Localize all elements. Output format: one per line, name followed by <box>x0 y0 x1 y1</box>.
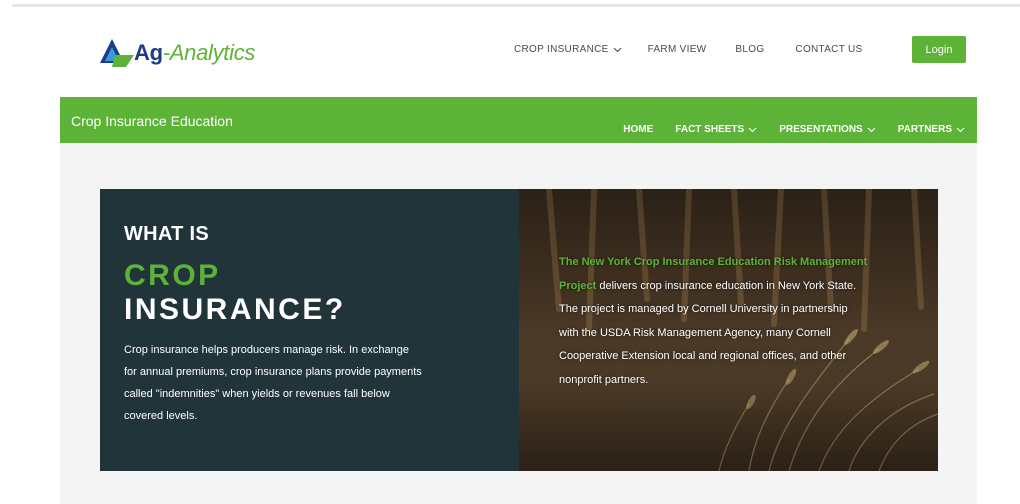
chevron-down-icon <box>613 47 622 53</box>
subnav-partners[interactable]: PARTNERS <box>898 124 965 135</box>
hero-description: Crop insurance helps producers manage ri… <box>124 344 422 422</box>
main-content: WHAT IS CROP INSURANCE? Crop insurance h… <box>60 143 977 504</box>
subnav-fact-sheets[interactable]: FACT SHEETS <box>675 124 757 135</box>
hero-text-panel: WHAT IS CROP INSURANCE? Crop insurance h… <box>100 189 519 471</box>
chevron-down-icon <box>867 127 876 133</box>
section-nav: HOME FACT SHEETS PRESENTATIONS PARTNERS <box>623 124 965 135</box>
hero-image-panel: The New York Crop Insurance Education Ri… <box>519 189 938 471</box>
subnav-presentations[interactable]: PRESENTATIONS <box>779 124 876 135</box>
subnav-home[interactable]: HOME <box>623 124 653 135</box>
hero-heading-insurance: INSURANCE? <box>124 293 346 326</box>
chevron-down-icon <box>956 127 965 133</box>
hero-heading-crop: CROP <box>124 259 221 292</box>
nav-contact-us[interactable]: CONTACT US <box>795 44 862 55</box>
nav-blog-label: BLOG <box>735 44 765 55</box>
site-logo[interactable]: Ag -Analytics <box>100 33 255 73</box>
nav-farm-view-label: FARM VIEW <box>647 44 707 55</box>
site-header: Ag -Analytics CROP INSURANCE FARM VIEW BL… <box>0 8 1020 92</box>
section-title[interactable]: Crop Insurance Education <box>71 113 233 129</box>
nav-blog[interactable]: BLOG <box>735 44 764 55</box>
project-description: The New York Crop Insurance Education Ri… <box>559 251 869 392</box>
login-button[interactable]: Login <box>912 36 966 63</box>
hero-heading-what-is: WHAT IS <box>124 223 210 245</box>
subnav-presentations-label: PRESENTATIONS <box>779 124 863 135</box>
nav-contact-us-label: CONTACT US <box>795 44 863 55</box>
logo-text-analytics: -Analytics <box>162 40 256 65</box>
top-divider <box>12 4 1020 7</box>
nav-crop-insurance-label: CROP INSURANCE <box>514 44 609 55</box>
nav-farm-view[interactable]: FARM VIEW <box>648 44 707 55</box>
logo-mark-icon <box>100 39 134 67</box>
project-description-text: delivers crop insurance education in New… <box>559 279 857 386</box>
subnav-home-label: HOME <box>623 124 654 135</box>
logo-text-ag: Ag <box>134 40 163 65</box>
nav-crop-insurance[interactable]: CROP INSURANCE <box>514 44 622 55</box>
subnav-partners-label: PARTNERS <box>897 124 952 135</box>
section-bar: Crop Insurance Education HOME FACT SHEET… <box>60 97 977 143</box>
chevron-down-icon <box>748 127 757 133</box>
subnav-fact-sheets-label: FACT SHEETS <box>675 124 745 135</box>
main-nav: CROP INSURANCE FARM VIEW BLOG CONTACT US <box>514 44 863 55</box>
